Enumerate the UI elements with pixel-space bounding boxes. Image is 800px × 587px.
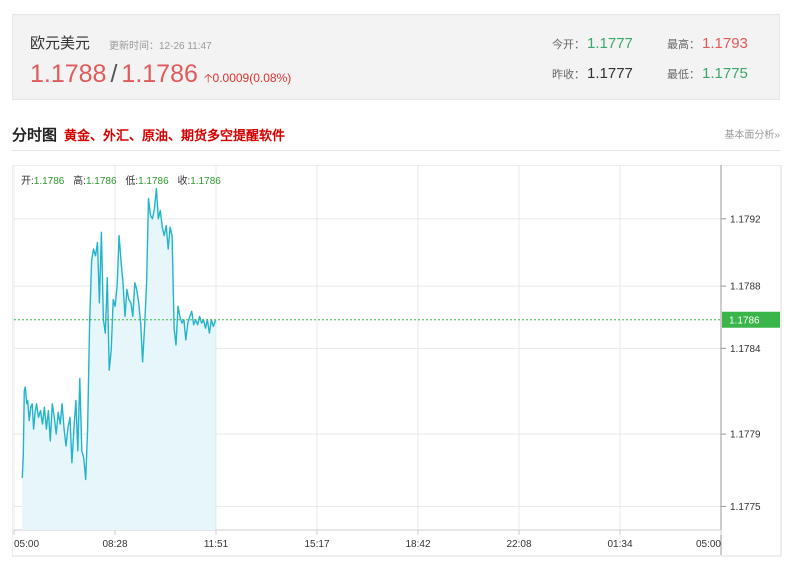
section-divider bbox=[12, 150, 780, 151]
ohlc-close-value: 1.1786 bbox=[190, 176, 221, 187]
promo-link[interactable]: 黄金、外汇、原油、期货多空提醒软件 bbox=[64, 125, 285, 144]
y-tick-label: 1.1775 bbox=[730, 502, 761, 513]
fundamental-analysis-link[interactable]: 基本面分析» bbox=[724, 126, 780, 141]
current-price-label: 1.1786 bbox=[729, 316, 760, 327]
x-tick-label: 15:17 bbox=[304, 539, 329, 550]
intraday-chart: 1.1786 1.1792 1.1788 1.1784 1.1779 1.1775 05… bbox=[12, 165, 782, 557]
quote-panel: 欧元美元 更新时间：12-26 11:47 1.1788/1.1786 🡡0.00… bbox=[12, 14, 780, 100]
price-line: 1.1788/1.1786 🡡0.0009(0.08%) bbox=[30, 60, 291, 90]
high-value: 1.1793 bbox=[702, 35, 748, 52]
high-stat: 最高： 1.1793 bbox=[667, 35, 748, 52]
pair-name: 欧元美元 bbox=[30, 35, 91, 52]
bid-price: 1.1788 bbox=[30, 60, 107, 88]
ohlc-high-value: 1.1786 bbox=[86, 176, 117, 187]
ohlc-open-value: 1.1786 bbox=[34, 176, 65, 187]
x-tick-label: 05:00 bbox=[14, 539, 39, 550]
high-label: 最高： bbox=[667, 39, 700, 51]
up-arrow-icon: 🡡 bbox=[203, 71, 213, 85]
ohlc-high-label: 高: bbox=[73, 174, 86, 187]
y-tick-label: 1.1779 bbox=[730, 430, 761, 441]
section-title: 分时图 bbox=[12, 127, 58, 144]
ohlc-low-label: 低: bbox=[125, 174, 138, 187]
low-value: 1.1775 bbox=[702, 65, 748, 82]
today-open-label: 今开： bbox=[552, 39, 585, 51]
today-open-stat: 今开： 1.1777 bbox=[552, 35, 633, 52]
ohlc-low-value: 1.1786 bbox=[138, 176, 169, 187]
ohlc-open-label: 开: bbox=[21, 176, 34, 187]
low-label: 最低： bbox=[667, 69, 700, 81]
prev-close-value: 1.1777 bbox=[587, 65, 633, 82]
x-tick-label: 22:08 bbox=[506, 539, 531, 550]
intraday-chart-svg: 1.1786 1.1792 1.1788 1.1784 1.1779 1.1775 05… bbox=[12, 165, 782, 557]
prev-close-label: 昨收： bbox=[552, 69, 585, 81]
prev-close-stat: 昨收： 1.1777 bbox=[552, 65, 633, 82]
x-tick-label: 01:34 bbox=[607, 539, 632, 550]
low-stat: 最低： 1.1775 bbox=[667, 65, 748, 82]
x-tick-label: 05:00 bbox=[696, 539, 721, 550]
x-tick-label: 18:42 bbox=[405, 539, 430, 550]
y-tick-label: 1.1792 bbox=[730, 214, 761, 225]
y-tick-label: 1.1788 bbox=[730, 282, 761, 293]
y-tick-label: 1.1784 bbox=[730, 344, 761, 355]
ohlc-close-label: 收: bbox=[177, 174, 190, 187]
update-time: 更新时间：12-26 11:47 bbox=[109, 41, 212, 52]
x-tick-label: 08:28 bbox=[102, 539, 127, 550]
ask-price: 1.1786 bbox=[121, 60, 198, 88]
today-open-value: 1.1777 bbox=[587, 35, 633, 52]
x-tick-label: 11:51 bbox=[204, 539, 229, 550]
price-change: 0.0009(0.08%) bbox=[212, 71, 292, 85]
price-separator: / bbox=[110, 60, 118, 88]
chart-section-header: 分时图 黄金、外汇、原油、期货多空提醒软件 基本面分析» bbox=[12, 124, 780, 148]
